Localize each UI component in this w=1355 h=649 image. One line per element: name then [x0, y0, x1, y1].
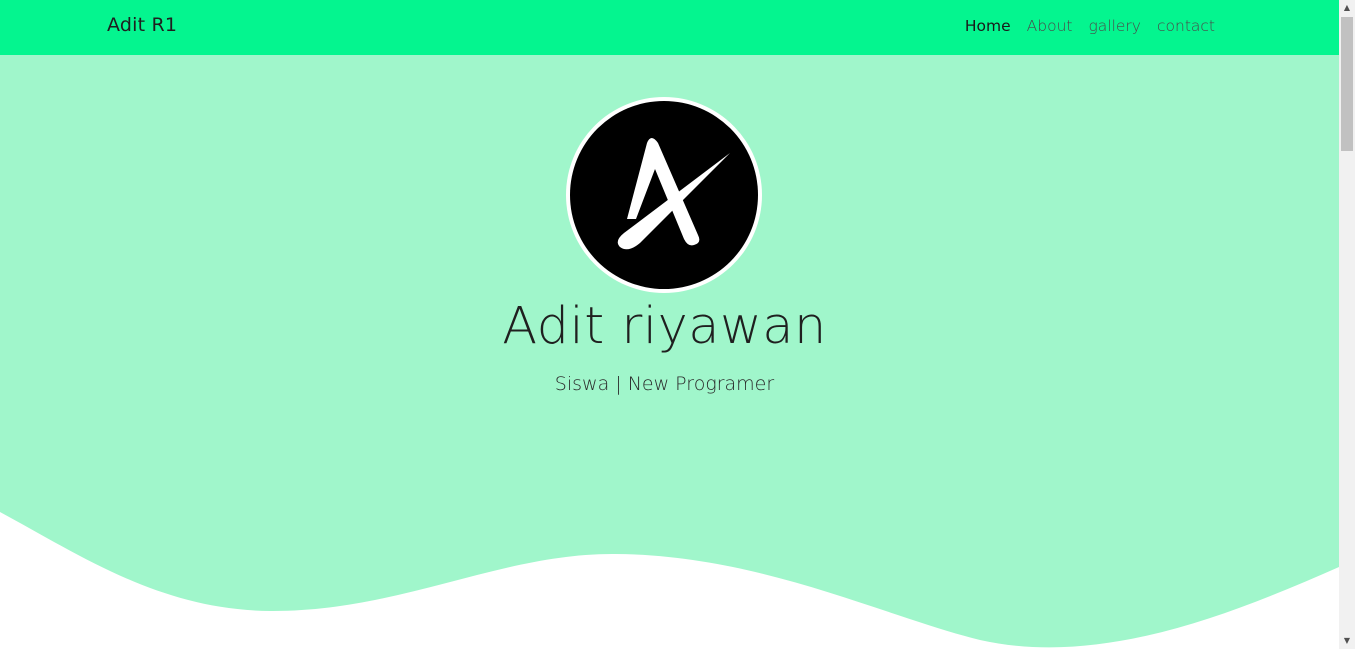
scroll-up-icon[interactable]: ▲ — [1339, 0, 1355, 16]
avatar-circle — [570, 101, 758, 289]
navbar-brand[interactable]: Adit R1 — [107, 14, 177, 36]
nav-link-about[interactable]: About — [1027, 17, 1073, 35]
hero-subtitle: Siswa | New Programer — [554, 373, 775, 395]
avatar — [566, 97, 762, 293]
vertical-scrollbar[interactable]: ▲ ▼ — [1339, 0, 1355, 649]
nav-links: Home About gallery contact — [965, 17, 1215, 35]
page: Adit R1 Home About gallery contact Adit … — [0, 0, 1339, 649]
letter-a-logo-icon — [617, 138, 730, 250]
navbar: Adit R1 Home About gallery contact — [0, 0, 1339, 55]
nav-link-gallery[interactable]: gallery — [1088, 17, 1141, 35]
hero-name: Adit riyawan — [502, 297, 827, 356]
scroll-down-icon[interactable]: ▼ — [1339, 633, 1355, 649]
nav-link-home[interactable]: Home — [965, 17, 1011, 35]
hero-section: Adit riyawan Siswa | New Programer — [0, 55, 1339, 649]
nav-link-contact[interactable]: contact — [1157, 17, 1215, 35]
scrollbar-thumb[interactable] — [1341, 17, 1353, 151]
